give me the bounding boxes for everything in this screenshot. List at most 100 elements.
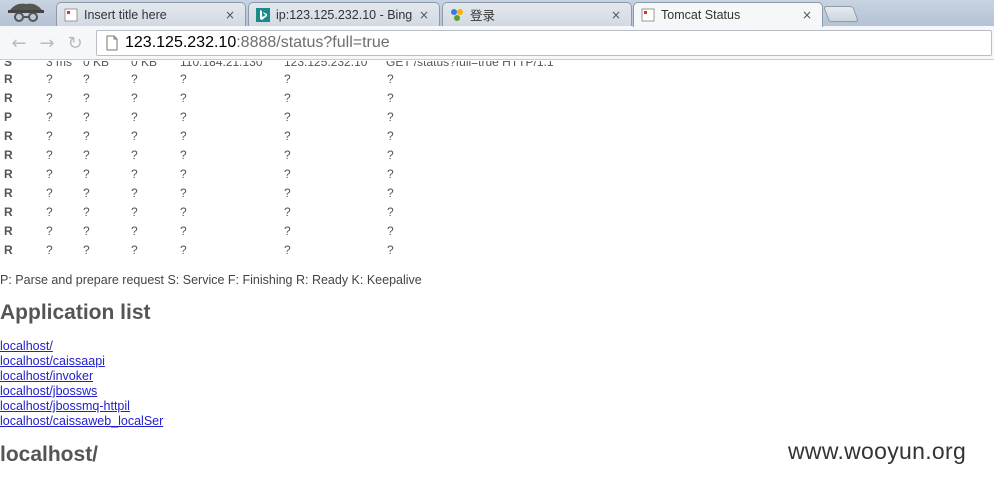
application-list-heading: Application list [0, 301, 151, 324]
bing-icon [255, 7, 271, 23]
table-cell: ? [284, 167, 291, 181]
table-cell: ? [180, 148, 187, 162]
tab-label: Tomcat Status [661, 8, 741, 22]
table-cell: ? [387, 224, 394, 238]
app-link[interactable]: localhost/ [0, 339, 53, 353]
app-link[interactable]: localhost/jbossmq-httpil [0, 399, 130, 413]
table-cell: ? [131, 186, 138, 200]
app-link[interactable]: localhost/invoker [0, 369, 93, 383]
tab-label: Insert title here [84, 7, 167, 22]
table-cell: ? [284, 243, 291, 257]
page-content: S 3 ms 0 KB 0 KB 110.184.21.130 123.125.… [0, 61, 994, 479]
table-cell: ? [83, 243, 90, 257]
table-cell: ? [83, 224, 90, 238]
page-icon [103, 34, 121, 52]
table-cell: ? [83, 110, 90, 124]
table-cell: ? [131, 224, 138, 238]
table-cell: ? [46, 224, 53, 238]
table-cell: ? [83, 186, 90, 200]
tab-insert-title[interactable]: Insert title here × [56, 2, 246, 26]
tab-label: 登录 [470, 9, 496, 23]
table-cell: ? [284, 129, 291, 143]
stage-cell: R [4, 205, 13, 219]
stage-cell: R [4, 129, 13, 143]
page-icon [640, 7, 656, 23]
stage-legend: P: Parse and prepare request S: Service … [0, 273, 422, 287]
table-cell: ? [46, 186, 53, 200]
time-cell: 3 ms [46, 61, 73, 69]
table-cell: ? [387, 110, 394, 124]
close-icon[interactable]: × [609, 8, 623, 22]
stage-cell: R [4, 224, 13, 238]
table-cell: ? [83, 167, 90, 181]
table-cell: ? [46, 72, 53, 86]
table-cell: ? [180, 167, 187, 181]
back-icon[interactable]: ← [8, 32, 30, 54]
close-icon[interactable]: × [800, 8, 814, 22]
table-cell: ? [284, 148, 291, 162]
table-cell: ? [387, 148, 394, 162]
table-cell: ? [284, 186, 291, 200]
stage-cell: S [4, 61, 13, 69]
table-cell: ? [180, 224, 187, 238]
table-cell: ? [387, 91, 394, 105]
table-cell: ? [180, 72, 187, 86]
tab-strip: Insert title here × ip:123.125.232.10 - … [0, 0, 994, 27]
table-cell: ? [180, 110, 187, 124]
table-cell: ? [180, 205, 187, 219]
bytes-recv-cell: 0 KB [131, 61, 158, 69]
table-cell: ? [46, 205, 53, 219]
table-cell: ? [284, 110, 291, 124]
table-cell: ? [131, 110, 138, 124]
tab-label: ip:123.125.232.10 - Bing [276, 7, 413, 22]
address-bar[interactable]: 123.125.232.10:8888/status?full=true [96, 30, 992, 56]
stage-cell: R [4, 91, 13, 105]
tab-login[interactable]: 登录 × [442, 2, 632, 26]
vhost-cell: 123.125.232.10 [284, 61, 368, 69]
table-cell: ? [180, 91, 187, 105]
table-cell: ? [131, 72, 138, 86]
application-list: localhost/ localhost/caissaapi localhost… [0, 339, 163, 429]
localhost-section-heading: localhost/ [0, 443, 99, 466]
reload-icon[interactable]: ↻ [64, 32, 86, 54]
table-cell: ? [180, 186, 187, 200]
stage-cell: R [4, 167, 13, 181]
table-cell: ? [46, 91, 53, 105]
table-cell: ? [131, 129, 138, 143]
tab-bing[interactable]: ip:123.125.232.10 - Bing × [248, 2, 440, 26]
table-cell: ? [83, 129, 90, 143]
table-cell: ? [131, 243, 138, 257]
stage-cell: R [4, 148, 13, 162]
new-tab-button[interactable] [823, 6, 859, 22]
toolbar: ← → ↻ 123.125.232.10:8888/status?full=tr… [0, 26, 994, 60]
table-cell: ? [180, 129, 187, 143]
close-icon[interactable]: × [417, 8, 431, 22]
table-cell: ? [83, 205, 90, 219]
app-link[interactable]: localhost/caissaapi [0, 354, 105, 368]
url-path: :8888/status?full=true [236, 34, 390, 51]
tab-tomcat-status[interactable]: Tomcat Status × [633, 2, 823, 27]
table-cell: ? [284, 72, 291, 86]
table-cell: ? [387, 243, 394, 257]
url-text: 123.125.232.10:8888/status?full=true [125, 34, 390, 52]
table-cell: ? [180, 243, 187, 257]
watermark: www.wooyun.org [788, 438, 967, 464]
table-cell: ? [284, 205, 291, 219]
table-cell: ? [387, 72, 394, 86]
table-cell: ? [83, 91, 90, 105]
list-item: localhost/jbossws [0, 384, 163, 399]
list-item: localhost/invoker [0, 369, 163, 384]
app-link[interactable]: localhost/jbossws [0, 384, 97, 398]
bytes-sent-cell: 0 KB [83, 61, 110, 69]
app-link[interactable]: localhost/caissaweb_localSer [0, 414, 163, 428]
forward-icon[interactable]: → [36, 32, 58, 54]
table-cell: ? [131, 91, 138, 105]
list-item: localhost/ [0, 339, 163, 354]
close-icon[interactable]: × [223, 8, 237, 22]
table-cell: ? [131, 167, 138, 181]
list-item: localhost/caissaapi [0, 354, 163, 369]
table-cell: ? [131, 205, 138, 219]
table-cell: ? [387, 186, 394, 200]
incognito-icon [4, 0, 54, 26]
table-cell: ? [131, 148, 138, 162]
